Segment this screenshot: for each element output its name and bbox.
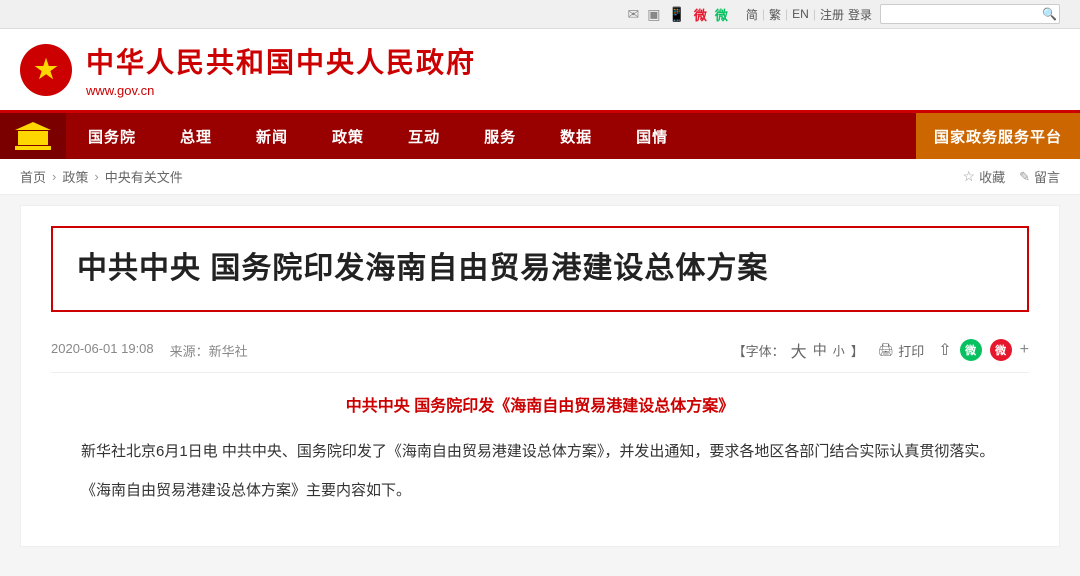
nav-item-hudong[interactable]: 互动 (386, 113, 462, 159)
meta-row: 2020-06-01 19:08 来源：新华社 【字体： 大 中 小 】 🖨 打… (51, 328, 1029, 373)
divider3: | (813, 7, 816, 21)
font-size-ctrl: 【字体： 大 中 小 】 (733, 338, 864, 362)
search-input[interactable] (887, 7, 1042, 21)
article-paragraph-1: 新华社北京6月1日电 中共中央、国务院印发了《海南自由贸易港建设总体方案》，并发… (51, 438, 1029, 465)
print-button[interactable]: 🖨 打印 (878, 341, 925, 360)
edit-icon: ✎ (1019, 169, 1030, 185)
font-medium[interactable]: 中 (813, 340, 827, 360)
national-emblem: ★ (20, 44, 72, 96)
nav-item-zongli[interactable]: 总理 (158, 113, 234, 159)
top-icons: ✉ ▣ 📱 微 微 (627, 5, 727, 24)
breadcrumb: 首页 › 政策 › 中央有关文件 (20, 167, 183, 186)
nav-items: 国务院 总理 新闻 政策 互动 服务 数据 国情 国家政务服务平台 (66, 113, 1080, 159)
article-center-title: 中共中央 国务院印发《海南自由贸易港建设总体方案》 (51, 393, 1029, 422)
font-label: 【字体： (733, 341, 785, 360)
font-small[interactable]: 小 (833, 342, 845, 359)
print-label: 打印 (898, 341, 924, 360)
header-left: ★ 中华人民共和国中央人民政府 www.gov.cn (20, 41, 476, 98)
building-icon (15, 122, 51, 150)
site-url: www.gov.cn (86, 83, 476, 98)
article-paragraph-2: 《海南自由贸易港建设总体方案》主要内容如下。 (51, 477, 1029, 504)
top-utility-bar: ✉ ▣ 📱 微 微 简 | 繁 | EN | 注册 登录 🔍 (0, 0, 1080, 29)
collect-label[interactable]: 收藏 (979, 167, 1005, 186)
traditional-link[interactable]: 繁 (769, 6, 781, 23)
divider2: | (785, 7, 788, 21)
sep2: › (94, 169, 98, 184)
nav-item-guoqing[interactable]: 国情 (614, 113, 690, 159)
header-text: 中华人民共和国中央人民政府 www.gov.cn (86, 41, 476, 98)
building-body (18, 131, 48, 145)
simplified-link[interactable]: 简 (746, 6, 758, 23)
mobile-icon[interactable]: 📱 (668, 6, 685, 23)
site-header: ★ 中华人民共和国中央人民政府 www.gov.cn (0, 29, 1080, 113)
nav-item-zhengce[interactable]: 政策 (310, 113, 386, 159)
nav-logo-box (0, 113, 66, 159)
weibo-share-button[interactable]: 微 (990, 339, 1012, 361)
language-links: 简 | 繁 | EN | 注册 登录 (746, 6, 872, 23)
meta-right: 【字体： 大 中 小 】 🖨 打印 ⇧ 微 微 + (733, 338, 1029, 362)
meta-left: 2020-06-01 19:08 来源：新华社 (51, 341, 248, 360)
building-roof (15, 122, 51, 130)
article-body: 中共中央 国务院印发《海南自由贸易港建设总体方案》 新华社北京6月1日电 中共中… (51, 393, 1029, 504)
search-box[interactable]: 🔍 (880, 4, 1060, 24)
font-large[interactable]: 大 (791, 338, 807, 362)
nav-item-fuwu[interactable]: 服务 (462, 113, 538, 159)
star-icon: ☆ (963, 168, 976, 185)
source-value: 新华社 (209, 344, 248, 359)
nav-item-guowuyuan[interactable]: 国务院 (66, 113, 158, 159)
wechat-share-button[interactable]: 微 (960, 339, 982, 361)
print-icon: 🖨 (878, 342, 895, 358)
comment-label[interactable]: 留言 (1034, 167, 1060, 186)
nav-item-shuju[interactable]: 数据 (538, 113, 614, 159)
article-date: 2020-06-01 19:08 (51, 341, 154, 360)
breadcrumb-policy[interactable]: 政策 (62, 167, 88, 186)
wechat-top-icon[interactable]: 微 (715, 5, 728, 24)
screen-icon[interactable]: ▣ (647, 6, 660, 23)
navbar: 国务院 总理 新闻 政策 互动 服务 数据 国情 国家政务服务平台 (0, 113, 1080, 159)
register-link[interactable]: 注册 (820, 6, 844, 23)
building-base (15, 146, 51, 150)
mail-icon[interactable]: ✉ (627, 6, 639, 23)
article-title: 中共中央 国务院印发海南自由贸易港建设总体方案 (77, 248, 1003, 290)
divider: | (762, 7, 765, 21)
collect-action[interactable]: ☆ 收藏 (963, 167, 1006, 186)
site-title: 中华人民共和国中央人民政府 (86, 41, 476, 81)
nav-item-platform[interactable]: 国家政务服务平台 (916, 113, 1080, 159)
english-link[interactable]: EN (792, 7, 809, 21)
share-icons: ⇧ 微 微 + (938, 339, 1029, 361)
login-link[interactable]: 登录 (848, 6, 872, 23)
breadcrumb-bar: 首页 › 政策 › 中央有关文件 ☆ 收藏 ✎ 留言 (0, 159, 1080, 195)
article-source: 来源：新华社 (170, 341, 248, 360)
nav-item-xinwen[interactable]: 新闻 (234, 113, 310, 159)
search-icon[interactable]: 🔍 (1042, 7, 1057, 21)
comment-action[interactable]: ✎ 留言 (1019, 167, 1060, 186)
weibo-top-icon[interactable]: 微 (694, 5, 707, 24)
breadcrumb-current: 中央有关文件 (105, 167, 183, 186)
breadcrumb-actions: ☆ 收藏 ✎ 留言 (963, 167, 1061, 186)
main-content: 中共中央 国务院印发海南自由贸易港建设总体方案 2020-06-01 19:08… (20, 205, 1060, 547)
share-icon[interactable]: ⇧ (938, 340, 951, 360)
font-end: 】 (851, 341, 864, 360)
sep1: › (52, 169, 56, 184)
more-share[interactable]: + (1020, 341, 1029, 359)
article-title-box: 中共中央 国务院印发海南自由贸易港建设总体方案 (51, 226, 1029, 312)
breadcrumb-home[interactable]: 首页 (20, 167, 46, 186)
source-label: 来源： (170, 344, 209, 359)
